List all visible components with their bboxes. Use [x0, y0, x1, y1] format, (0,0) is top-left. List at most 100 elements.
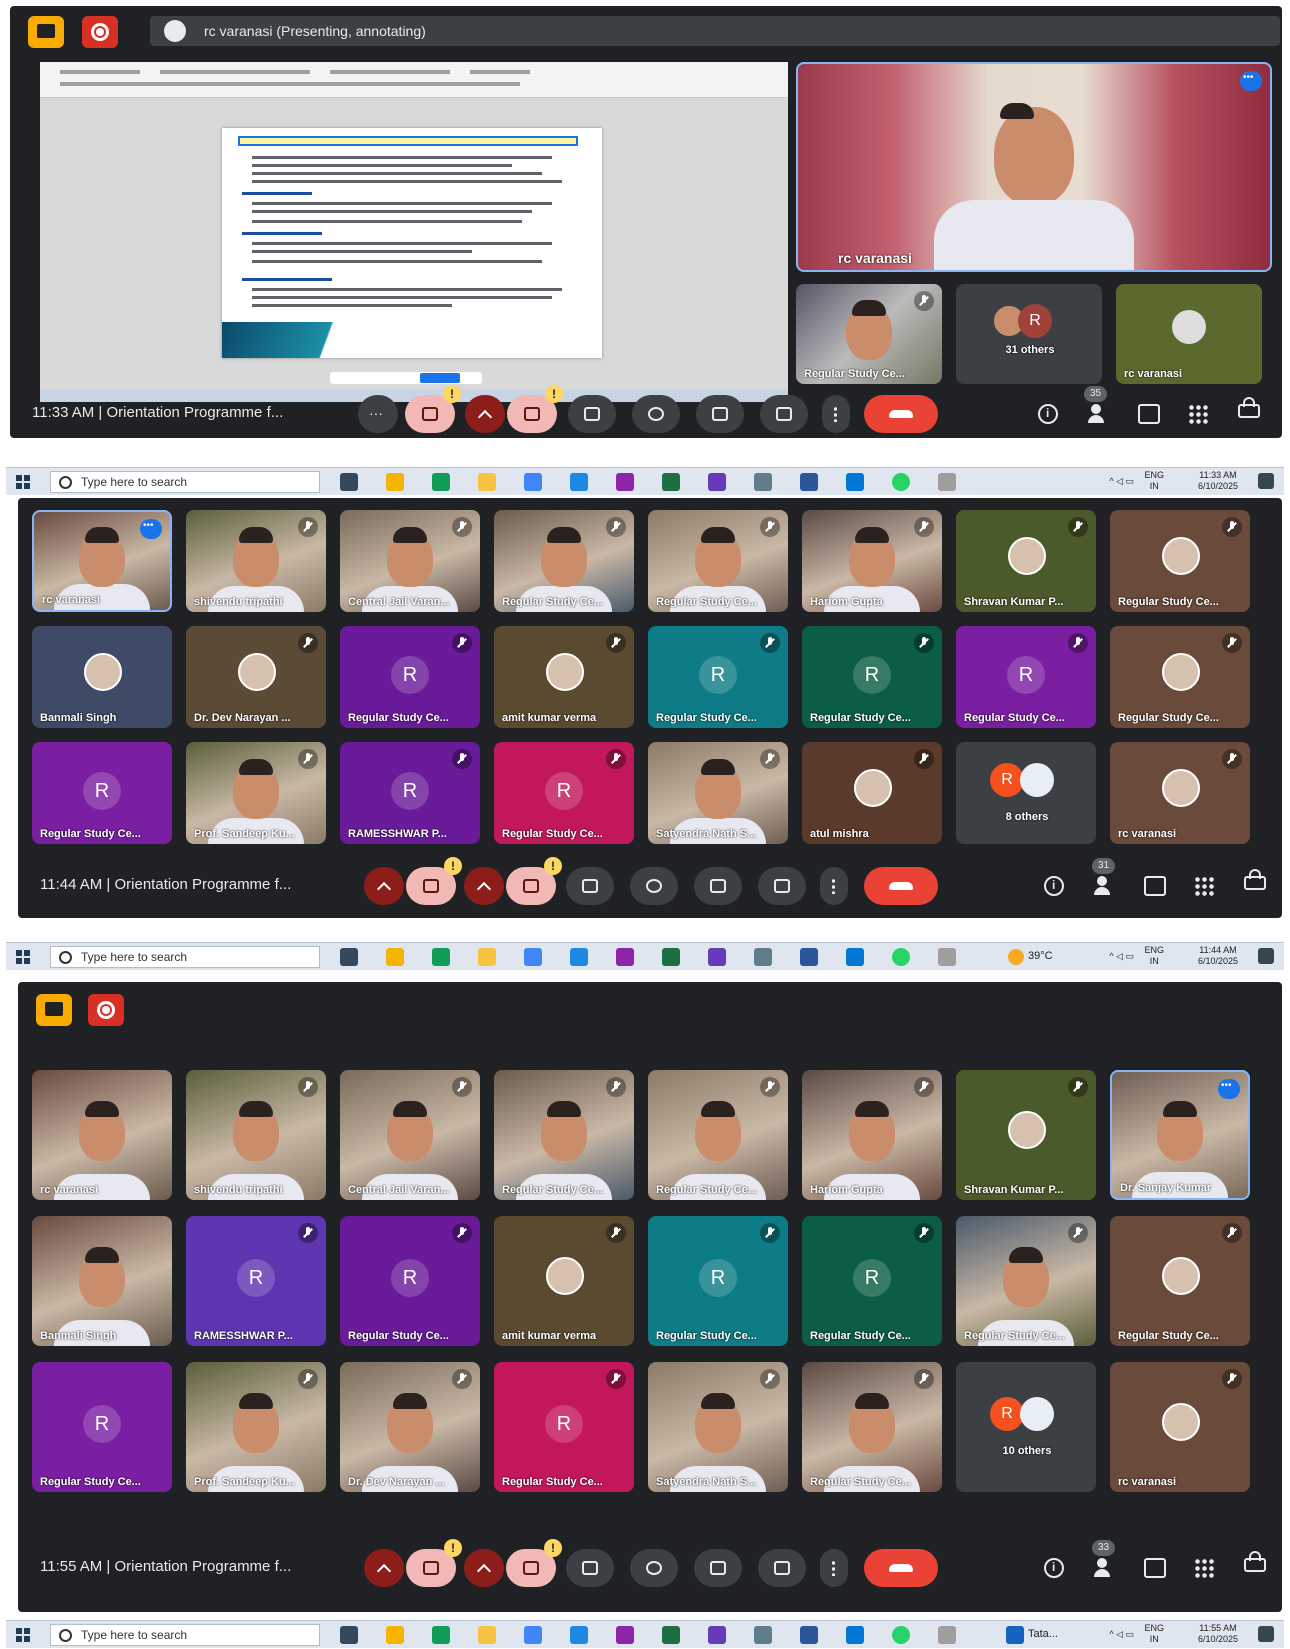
leave-call-button[interactable] [864, 867, 938, 905]
language-indicator[interactable]: ENG IN [1144, 945, 1164, 967]
participant-tile[interactable]: rc varanasi [1110, 742, 1250, 844]
participant-tile[interactable]: R Regular Study Ce... [340, 1216, 480, 1346]
weather-icon[interactable] [1008, 949, 1024, 965]
task-view-icon[interactable] [340, 1626, 358, 1644]
edge-icon[interactable] [432, 948, 450, 966]
mic-options-button[interactable] [364, 1549, 404, 1587]
participant-tile[interactable]: Regular Study Ce... [494, 1070, 634, 1200]
weather-temp[interactable]: 39°C [1028, 950, 1053, 962]
windows-start-icon[interactable] [16, 950, 30, 964]
participant-tile[interactable]: R RAMESSHWAR P... [186, 1216, 326, 1346]
system-tray[interactable]: ^ ◁ ▭ [1109, 951, 1134, 962]
participant-tile[interactable]: Regular Study Ce... [494, 510, 634, 612]
leave-call-button[interactable] [864, 395, 938, 433]
copilot-icon[interactable] [386, 473, 404, 491]
pen-icon[interactable] [754, 948, 772, 966]
snipping-icon[interactable] [938, 948, 956, 966]
photos-icon[interactable] [846, 473, 864, 491]
whatsapp-icon[interactable] [892, 1626, 910, 1644]
pen-icon[interactable] [754, 1626, 772, 1644]
chrome-icon[interactable] [708, 473, 726, 491]
pen-icon[interactable] [754, 473, 772, 491]
mic-toggle-button[interactable]: ! [405, 385, 461, 433]
participant-tile[interactable]: R Regular Study Ce... [494, 742, 634, 844]
participant-tile[interactable]: Regular Study Ce... [1110, 1216, 1250, 1346]
store-icon[interactable] [524, 948, 542, 966]
participant-tile[interactable]: Central Jail Varan... [340, 510, 480, 612]
file-explorer-icon[interactable] [478, 473, 496, 491]
participant-tile[interactable]: Regular Study Ce... [802, 1362, 942, 1492]
notifications-icon[interactable] [1258, 948, 1274, 964]
camera-toggle-button[interactable]: ! [506, 1539, 562, 1587]
paint-icon[interactable] [616, 948, 634, 966]
leave-call-button[interactable] [864, 1549, 938, 1587]
people-icon[interactable] [1094, 1558, 1116, 1578]
recording-indicator[interactable] [82, 16, 118, 48]
chat-icon[interactable] [1144, 876, 1166, 896]
participant-tile[interactable]: shivendu tripathi [186, 1070, 326, 1200]
system-tray[interactable]: ^ ◁ ▭ [1109, 1629, 1134, 1640]
chrome-icon[interactable] [708, 948, 726, 966]
participant-tile[interactable]: Banmali Singh [32, 626, 172, 728]
notifications-icon[interactable] [1258, 1626, 1274, 1642]
language-indicator[interactable]: ENG IN [1144, 470, 1164, 492]
file-explorer-icon[interactable] [478, 948, 496, 966]
mic-toggle-button[interactable]: ! [406, 857, 462, 905]
onedrive-icon[interactable] [570, 473, 588, 491]
camera-options-button[interactable] [465, 395, 505, 433]
whatsapp-icon[interactable] [892, 948, 910, 966]
participant-tile[interactable]: Regular Study Ce... [1110, 626, 1250, 728]
others-tile[interactable]: R 8 others [956, 742, 1096, 844]
edge-icon[interactable] [432, 1626, 450, 1644]
participant-tile[interactable]: Banmali Singh [32, 1216, 172, 1346]
participant-tile[interactable]: R Regular Study Ce... [648, 626, 788, 728]
camera-off-indicator[interactable] [28, 16, 64, 48]
reactions-button[interactable] [632, 395, 680, 433]
present-button[interactable] [566, 1549, 614, 1587]
chat-icon[interactable] [1144, 1558, 1166, 1578]
participant-tile[interactable]: R RAMESSHWAR P... [340, 742, 480, 844]
participant-tile[interactable]: Hariom Gupta [802, 1070, 942, 1200]
host-controls-icon[interactable] [1238, 397, 1260, 418]
taskbar-clock[interactable]: 11:55 AM 6/10/2025 [1198, 1623, 1238, 1645]
mic-options-button[interactable] [364, 867, 404, 905]
camera-off-indicator[interactable] [36, 994, 72, 1026]
captions-button[interactable] [696, 395, 744, 433]
participant-tile[interactable]: shivendu tripathi [186, 510, 326, 612]
windows-start-icon[interactable] [16, 1628, 30, 1642]
chat-icon[interactable] [1138, 404, 1160, 424]
others-tile[interactable]: R 31 others [956, 284, 1102, 384]
camera-toggle-button[interactable]: ! [506, 857, 562, 905]
copilot-icon[interactable] [386, 1626, 404, 1644]
more-button[interactable] [820, 867, 848, 905]
participant-tile[interactable]: R Regular Study Ce... [32, 1362, 172, 1492]
taskbar-clock[interactable]: 11:33 AM 6/10/2025 [1198, 470, 1238, 492]
participant-tile[interactable]: Satyendra Nath S... [648, 742, 788, 844]
participant-tile[interactable]: Shravan Kumar P... [956, 1070, 1096, 1200]
snipping-icon[interactable] [938, 473, 956, 491]
participant-tile[interactable]: R Regular Study Ce... [802, 1216, 942, 1346]
participant-tile[interactable]: Dr. Dev Narayan ... [186, 626, 326, 728]
others-tile[interactable]: R 10 others [956, 1362, 1096, 1492]
participant-tile[interactable]: R Regular Study Ce... [802, 626, 942, 728]
word-icon[interactable] [800, 1626, 818, 1644]
host-controls-icon[interactable] [1244, 869, 1266, 890]
recording-indicator[interactable] [88, 994, 124, 1026]
participant-tile[interactable]: Prof. Sandeep Ku... [186, 742, 326, 844]
participant-tile[interactable]: R Regular Study Ce... [340, 626, 480, 728]
tata-app-label[interactable]: Tata... [1028, 1628, 1058, 1640]
participant-tile[interactable]: rc varanasi [32, 510, 172, 612]
snipping-icon[interactable] [938, 1626, 956, 1644]
participant-tile[interactable]: rc varanasi [32, 1070, 172, 1200]
tata-app-icon[interactable] [1006, 1626, 1024, 1644]
present-button[interactable] [568, 395, 616, 433]
people-icon[interactable] [1094, 876, 1116, 896]
info-icon[interactable] [1044, 876, 1064, 896]
captions-button[interactable] [694, 867, 742, 905]
reactions-button[interactable] [630, 867, 678, 905]
participant-tile[interactable]: atul mishra [802, 742, 942, 844]
onedrive-icon[interactable] [570, 948, 588, 966]
word-icon[interactable] [800, 473, 818, 491]
taskbar-clock[interactable]: 11:44 AM 6/10/2025 [1198, 945, 1238, 967]
word-icon[interactable] [800, 948, 818, 966]
